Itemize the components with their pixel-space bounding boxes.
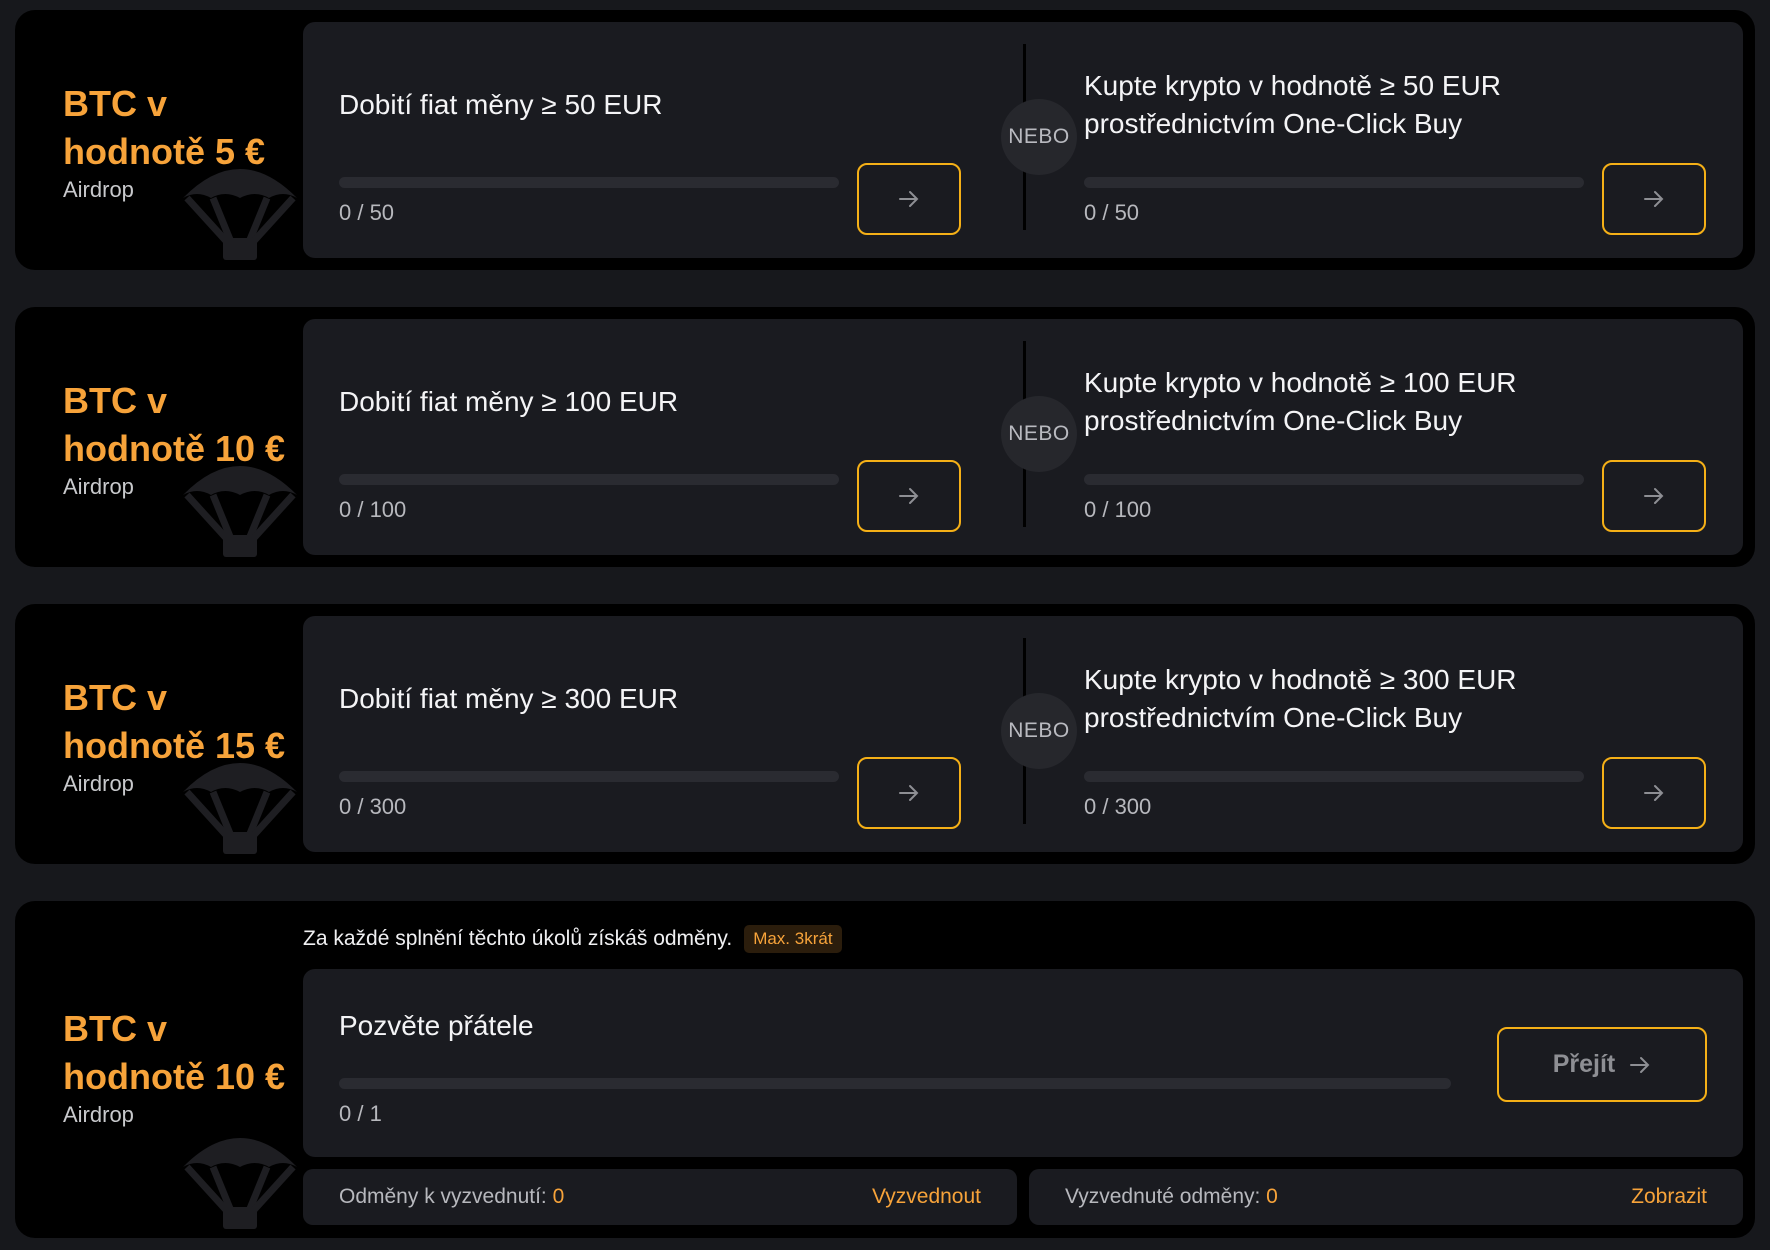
claimed-rewards-panel: Vyzvednuté odměny: 0 Zobrazit [1029, 1169, 1743, 1225]
progress-text: 0 / 50 [1084, 200, 1140, 225]
reward-amount-line1: BTC v [63, 83, 168, 124]
claimed-label: Vyzvednuté odměny: [1065, 1185, 1267, 1208]
task-title-line1: Kupte krypto v hodnotě ≥ 300 EUR [1084, 664, 1517, 695]
task-title-line2: prostřednictvím One-Click Buy [1084, 702, 1463, 733]
arrow-right-icon [1644, 785, 1664, 801]
task-panel: Dobití fiat měny ≥ 300 EUR 0 / 300 NEBO … [303, 616, 1743, 852]
progress-bar [1084, 771, 1584, 782]
task-title-line1: Kupte krypto v hodnotě ≥ 50 EUR [1084, 70, 1501, 101]
progress-bar [1084, 177, 1584, 188]
progress-text: 0 / 100 [339, 497, 407, 522]
task-panel: Dobití fiat měny ≥ 100 EUR 0 / 100 NEBO … [303, 319, 1743, 555]
go-to-invite-button[interactable]: Přejít [1497, 1027, 1707, 1102]
claimable-label-group: Odměny k vyzvednutí: 0 [339, 1185, 564, 1209]
parachute-icon [183, 763, 297, 854]
go-button[interactable] [1602, 757, 1706, 829]
task-panel: Dobití fiat měny ≥ 50 EUR 0 / 50 NEBO Ku… [303, 22, 1743, 258]
task-title-line1: Kupte krypto v hodnotě ≥ 100 EUR [1084, 367, 1517, 398]
reward-amount-line1: BTC v [63, 677, 168, 718]
note-text: Za každé splnění těchto úkolů získáš odm… [303, 927, 733, 950]
parachute-icon [183, 1138, 297, 1229]
airdrop-card: BTC v hodnotě 15 € Airdrop Dobití fiat m… [15, 604, 1755, 864]
max-badge: Max. 3krát [744, 925, 842, 953]
progress-text: 0 / 1 [339, 1101, 382, 1126]
progress-text: 0 / 300 [1084, 794, 1152, 819]
progress-bar [339, 474, 839, 485]
claimable-rewards-panel: Odměny k vyzvednutí: 0 Vyzvednout [303, 1169, 1017, 1225]
claimed-label-group: Vyzvednuté odměny: 0 [1065, 1185, 1278, 1209]
arrow-right-icon [899, 488, 919, 504]
progress-bar [339, 771, 839, 782]
button-label: Přejít [1552, 1050, 1616, 1078]
task-one-click-buy: Kupte krypto v hodnotě ≥ 100 EUR prostře… [1048, 319, 1748, 555]
view-link[interactable]: Zobrazit [1631, 1185, 1707, 1209]
progress-bar [339, 1078, 1451, 1089]
progress-bar [1084, 474, 1584, 485]
parachute-icon [183, 169, 297, 260]
parachute-icon [183, 466, 297, 557]
task-fiat-deposit: Dobití fiat měny ≥ 50 EUR 0 / 50 [303, 22, 1003, 258]
task-one-click-buy: Kupte krypto v hodnotě ≥ 50 EUR prostřed… [1048, 22, 1748, 258]
claimed-value: 0 [1266, 1185, 1278, 1208]
claimable-value: 0 [552, 1185, 565, 1208]
task-fiat-deposit: Dobití fiat měny ≥ 100 EUR 0 / 100 [303, 319, 1003, 555]
task-fiat-deposit: Dobití fiat měny ≥ 300 EUR 0 / 300 [303, 616, 1003, 852]
go-button[interactable] [857, 460, 961, 532]
reward-info: BTC v hodnotě 10 € Airdrop [63, 1005, 303, 1129]
progress-bar [339, 177, 839, 188]
arrow-right-icon [1644, 488, 1664, 504]
claim-link[interactable]: Vyzvednout [872, 1185, 981, 1209]
reward-amount-line1: BTC v [63, 380, 168, 421]
airdrop-card: BTC v hodnotě 10 € Airdrop Dobití fiat m… [15, 307, 1755, 567]
task-title-line2: prostřednictvím One-Click Buy [1084, 108, 1463, 139]
task-title: Pozvěte přátele [339, 1010, 534, 1041]
progress-text: 0 / 50 [339, 200, 395, 225]
task-panel: Pozvěte přátele 0 / 1 Přejít [303, 969, 1743, 1157]
task-one-click-buy: Kupte krypto v hodnotě ≥ 300 EUR prostře… [1048, 616, 1748, 852]
task-title: Dobití fiat měny ≥ 300 EUR [339, 683, 679, 714]
arrow-right-icon [899, 191, 919, 207]
progress-text: 0 / 100 [1084, 497, 1152, 522]
arrow-right-icon [1630, 1056, 1650, 1073]
task-note: Za každé splnění těchto úkolů získáš odm… [303, 925, 842, 953]
go-button[interactable] [857, 163, 961, 235]
task-title: Dobití fiat měny ≥ 100 EUR [339, 386, 679, 417]
arrow-right-icon [1644, 191, 1664, 207]
reward-amount-line2: hodnotě 10 € [63, 1056, 286, 1097]
task-title-line2: prostřednictvím One-Click Buy [1084, 405, 1463, 436]
arrow-right-icon [899, 785, 919, 801]
go-button[interactable] [857, 757, 961, 829]
go-button[interactable] [1602, 460, 1706, 532]
go-button[interactable] [1602, 163, 1706, 235]
task-title: Dobití fiat měny ≥ 50 EUR [339, 89, 663, 120]
airdrop-card: BTC v hodnotě 5 € Airdrop Dobití fiat mě… [15, 10, 1755, 270]
progress-text: 0 / 300 [339, 794, 407, 819]
claimable-label: Odměny k vyzvednutí: [339, 1185, 553, 1208]
reward-amount-line1: BTC v [63, 1008, 168, 1049]
